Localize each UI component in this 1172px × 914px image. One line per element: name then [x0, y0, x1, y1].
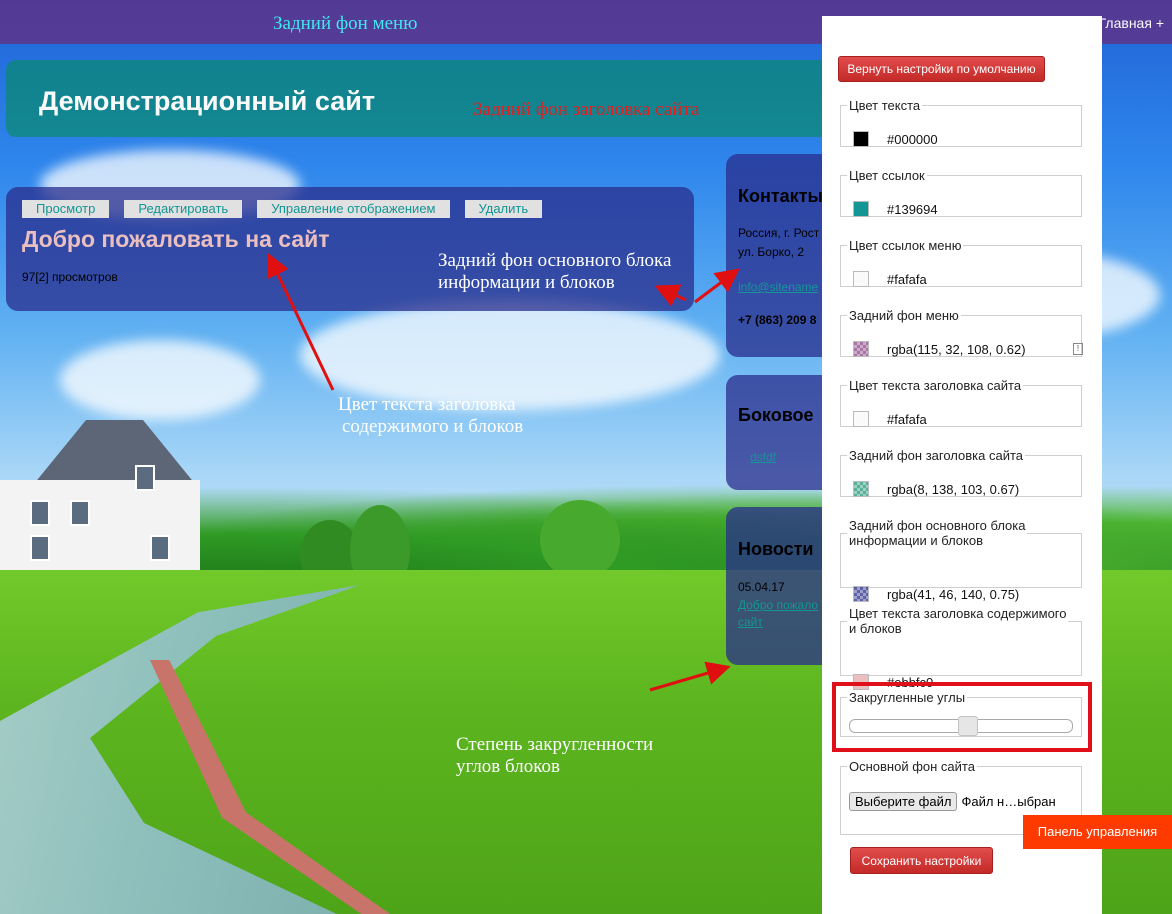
header-text-color-label: Цвет текста заголовка сайта: [849, 378, 1022, 393]
color-swatch[interactable]: [853, 341, 869, 357]
save-settings-button[interactable]: Сохранить настройки: [850, 847, 993, 874]
block-bg-value[interactable]: rgba(41, 46, 140, 0.75): [887, 587, 1019, 602]
settings-panel: Вернуть настройки по умолчанию Цвет текс…: [822, 16, 1102, 914]
tree: [540, 500, 620, 580]
color-swatch[interactable]: [853, 131, 869, 147]
link-color-label: Цвет ссылок: [849, 168, 925, 183]
header-text-color-setting: Цвет текста заголовка сайта #fafafa: [840, 378, 1082, 427]
header-bg-label: Задний фон заголовка сайта: [849, 448, 1024, 463]
news-title: Новости: [738, 539, 814, 559]
tab-view[interactable]: Просмотр: [22, 200, 110, 218]
annotation-block-bg: Задний фон основного блока информации и …: [438, 250, 672, 293]
text-color-value[interactable]: #000000: [887, 132, 938, 147]
annotation-rounding: Степень закругленности углов блоков: [456, 734, 654, 777]
link-color-setting: Цвет ссылок #139694: [840, 168, 1082, 217]
menu-link-color-setting: Цвет ссылок меню #fafafa: [840, 238, 1082, 287]
rounded-corners-label: Закругленные углы: [849, 690, 966, 705]
text-color-label: Цвет текста: [849, 98, 921, 113]
annotation-menu-bg: Задний фон меню: [273, 13, 418, 34]
site-bg-label: Основной фон сайта: [849, 759, 975, 774]
block-bg-label: Задний фон основного блока информации и б…: [849, 518, 1026, 548]
tab-edit[interactable]: Редактировать: [124, 200, 243, 218]
news-link-continued[interactable]: сайт: [738, 615, 763, 629]
rounded-corners-slider[interactable]: [849, 716, 1073, 736]
reset-defaults-button[interactable]: Вернуть настройки по умолчанию: [838, 56, 1045, 82]
side-block-title: Боковое: [738, 405, 814, 425]
slider-handle[interactable]: [958, 716, 978, 736]
menu-bg-value[interactable]: rgba(115, 32, 108, 0.62): [887, 342, 1026, 357]
side-block-link[interactable]: dsfdf: [750, 450, 776, 464]
menu-bg-setting: Задний фон меню rgba(115, 32, 108, 0.62)…: [840, 308, 1083, 357]
tab-delete[interactable]: Удалить: [464, 200, 543, 218]
annotation-heading-color: Цвет текста заголовка содержимого и блок…: [338, 394, 524, 437]
view-count: 97[2] просмотров: [22, 270, 118, 284]
contacts-address-line2: ул. Борко, 2: [738, 245, 805, 259]
link-color-value[interactable]: #139694: [887, 202, 938, 217]
block-heading-color-label: Цвет текста заголовка содержимого и блоко…: [849, 606, 1067, 636]
color-swatch[interactable]: [853, 201, 869, 217]
content-heading: Добро пожаловать на сайт: [22, 226, 330, 252]
choose-file-button[interactable]: Выберите файл: [849, 792, 958, 811]
menu-link-color-value[interactable]: #fafafa: [887, 272, 927, 287]
alpha-icon[interactable]: !: [1073, 343, 1083, 355]
block-heading-color-setting: Цвет текста заголовка содержимого и блоко…: [840, 606, 1082, 690]
block-bg-setting: Задний фон основного блока информации и б…: [840, 518, 1082, 602]
news-date: 05.04.17: [738, 580, 785, 594]
menu-link-color-label: Цвет ссылок меню: [849, 238, 962, 253]
file-status: Файл н…ыбран: [961, 794, 1056, 809]
contacts-address-line1: Россия, г. Рост: [738, 226, 820, 240]
house: [0, 420, 200, 580]
site-title[interactable]: Демонстрационный сайт: [39, 86, 375, 117]
rounded-corners-setting: Закругленные углы: [840, 690, 1082, 737]
annotation-header-bg: Задний фон заголовка сайта: [473, 99, 700, 120]
site-header: Демонстрационный сайт: [6, 60, 836, 137]
header-bg-value[interactable]: rgba(8, 138, 103, 0.67): [887, 482, 1019, 497]
contacts-phone: +7 (863) 209 8: [738, 313, 817, 327]
color-swatch[interactable]: [853, 586, 869, 602]
header-bg-setting: Задний фон заголовка сайта rgba(8, 138, …: [840, 448, 1082, 497]
header-text-color-value[interactable]: #fafafa: [887, 412, 927, 427]
color-swatch[interactable]: [853, 481, 869, 497]
tab-display-management[interactable]: Управление отображением: [257, 200, 450, 218]
content-tabs: Просмотр Редактировать Управление отобра…: [22, 200, 543, 218]
control-panel-tab[interactable]: Панель управления: [1023, 815, 1172, 849]
contacts-title: Контакты: [738, 186, 823, 206]
color-swatch[interactable]: [853, 271, 869, 287]
menu-home-link[interactable]: Главная +: [1099, 15, 1164, 31]
color-swatch[interactable]: [853, 411, 869, 427]
news-link[interactable]: Добро пожало: [738, 598, 818, 612]
contacts-email-link[interactable]: info@sitename: [738, 280, 818, 294]
text-color-setting: Цвет текста #000000: [840, 98, 1082, 147]
cloud: [60, 340, 260, 420]
menu-bg-label: Задний фон меню: [849, 308, 959, 323]
